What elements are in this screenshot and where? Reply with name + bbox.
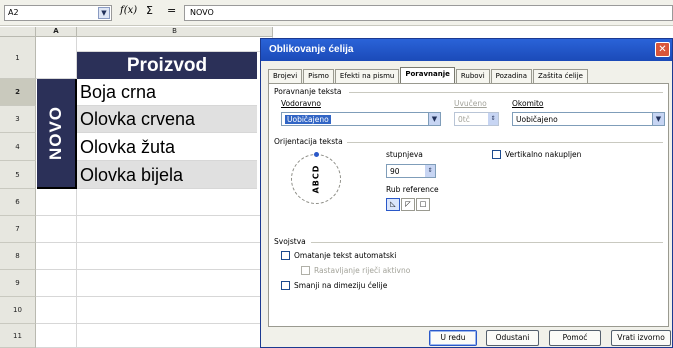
chevron-down-icon[interactable]: ▼ xyxy=(652,113,664,125)
name-box-value: A2 xyxy=(8,8,19,17)
cell[interactable] xyxy=(77,297,273,324)
row-header[interactable]: 11 xyxy=(0,324,36,348)
header-cell-proizvod[interactable]: Proizvod xyxy=(77,52,257,79)
cell-b1-top[interactable] xyxy=(77,37,273,52)
vertical-value: Uobičajeno xyxy=(516,115,558,124)
reference-edge-inside-icon[interactable]: □ xyxy=(416,198,430,211)
indent-spinner[interactable]: 0tč ⇕ xyxy=(454,112,499,126)
row-header[interactable]: 5 xyxy=(0,161,36,189)
product-cell[interactable]: Olovka crvena xyxy=(77,106,257,133)
wrap-text-label: Omatanje tekst automatski xyxy=(294,251,397,260)
cell[interactable] xyxy=(36,216,77,243)
reference-edge-top-icon[interactable]: ◸ xyxy=(401,198,415,211)
horizontal-label: Vodoravno xyxy=(281,99,321,108)
cell[interactable] xyxy=(77,270,273,297)
column-header-b[interactable]: B xyxy=(77,27,273,37)
indent-value: 0tč xyxy=(458,115,470,124)
help-button[interactable]: Pomoć xyxy=(549,330,601,346)
function-icon[interactable]: = xyxy=(167,4,176,17)
formula-bar: A2 ▼ f(x) Σ = NOVO xyxy=(0,0,673,26)
degrees-spinner[interactable]: 90 ⇕ xyxy=(386,164,436,178)
horizontal-value: Uobičajeno xyxy=(285,115,331,124)
cell[interactable] xyxy=(77,216,273,243)
spin-arrows-icon[interactable]: ⇕ xyxy=(488,113,498,125)
cell[interactable] xyxy=(36,324,77,348)
row-header[interactable]: 1 xyxy=(0,37,36,79)
vertical-select[interactable]: Uobičajeno ▼ xyxy=(512,112,665,126)
row-header[interactable]: 10 xyxy=(0,297,36,324)
tab-font[interactable]: Pismo xyxy=(303,69,334,83)
row-header[interactable]: 9 xyxy=(0,270,36,297)
horizontal-select[interactable]: Uobičajeno ▼ xyxy=(281,112,441,126)
cell[interactable] xyxy=(77,189,273,216)
merged-cell-novo[interactable]: NOVO xyxy=(37,79,77,189)
tab-alignment[interactable]: Poravnanje xyxy=(400,67,455,83)
merged-cell-label: NOVO xyxy=(46,105,65,161)
sum-icon[interactable]: Σ xyxy=(146,4,153,17)
row-header[interactable]: 4 xyxy=(0,133,36,161)
dial-text: ABCD xyxy=(311,164,321,194)
hyphenation-checkbox[interactable] xyxy=(301,266,310,275)
tab-background[interactable]: Pozadina xyxy=(490,69,532,83)
cell[interactable] xyxy=(36,297,77,324)
name-box[interactable]: A2 ▼ xyxy=(4,5,112,21)
close-icon[interactable]: ✕ xyxy=(655,42,670,57)
row-header[interactable]: 3 xyxy=(0,106,36,133)
tab-cell-protection[interactable]: Zaštita ćelije xyxy=(533,69,588,83)
product-cell[interactable]: Boja crna xyxy=(77,79,257,106)
orientation-dial[interactable]: ABCD xyxy=(291,152,341,204)
product-cell[interactable]: Olovka bijela xyxy=(77,161,257,189)
row-header[interactable]: 8 xyxy=(0,243,36,270)
cell[interactable] xyxy=(77,324,273,348)
column-header-a[interactable]: A xyxy=(36,27,77,37)
tab-strip: Brojevi Pismo Efekti na pismu Poravnanje… xyxy=(268,67,589,83)
shrink-to-fit-label: Smanji na dimeziju ćelije xyxy=(294,281,388,290)
cell[interactable] xyxy=(36,243,77,270)
reference-edge-label: Rub reference xyxy=(386,185,439,194)
vertical-label: Okomito xyxy=(512,99,544,108)
dial-handle-icon[interactable] xyxy=(314,152,319,157)
text-alignment-heading: Poravnanje teksta xyxy=(274,87,342,96)
row-header[interactable]: 7 xyxy=(0,216,36,243)
properties-heading: Svojstva xyxy=(274,237,306,246)
reset-button[interactable]: Vrati izvorno xyxy=(611,330,671,346)
divider xyxy=(311,242,663,243)
tab-numbers[interactable]: Brojevi xyxy=(268,69,303,83)
ok-button[interactable]: U redu xyxy=(429,330,477,346)
divider xyxy=(347,142,663,143)
select-all-corner[interactable] xyxy=(0,27,36,37)
spin-arrows-icon[interactable]: ⇕ xyxy=(425,165,435,177)
shrink-to-fit-checkbox[interactable] xyxy=(281,281,290,290)
degrees-value: 90 xyxy=(390,167,400,176)
degrees-label: stupnjeva xyxy=(386,150,423,159)
row-header[interactable]: 2 xyxy=(0,79,36,106)
cell[interactable] xyxy=(36,189,77,216)
wrap-text-checkbox[interactable] xyxy=(281,251,290,260)
hyphenation-label: Rastavljanje riječi aktivno xyxy=(314,266,411,275)
cancel-button[interactable]: Odustani xyxy=(486,330,539,346)
cell[interactable] xyxy=(77,243,273,270)
cell-a1[interactable] xyxy=(36,37,77,79)
format-cells-dialog: Oblikovanje ćelija ✕ Brojevi Pismo Efekt… xyxy=(260,38,673,348)
dialog-title: Oblikovanje ćelija xyxy=(261,39,672,61)
formula-input[interactable]: NOVO xyxy=(184,5,673,21)
chevron-down-icon[interactable]: ▼ xyxy=(98,7,110,19)
product-cell[interactable]: Olovka žuta xyxy=(77,133,257,161)
reference-edge-bottom-icon[interactable]: ◺ xyxy=(386,198,400,211)
row-header[interactable]: 6 xyxy=(0,189,36,216)
alignment-panel: Poravnanje teksta Vodoravno Uobičajeno ▼… xyxy=(268,83,669,327)
cell[interactable] xyxy=(36,270,77,297)
indent-label: Uvučeno xyxy=(454,99,487,108)
divider xyxy=(349,92,663,93)
chevron-down-icon[interactable]: ▼ xyxy=(428,113,440,125)
orientation-heading: Orijentacija teksta xyxy=(274,137,343,146)
tab-borders[interactable]: Rubovi xyxy=(455,69,490,83)
vertical-stacked-checkbox[interactable] xyxy=(492,150,501,159)
tab-font-effects[interactable]: Efekti na pismu xyxy=(334,69,400,83)
vertical-stacked-label: Vertikalno nakupljen xyxy=(505,150,582,159)
function-wizard-icon[interactable]: f(x) xyxy=(120,5,137,16)
